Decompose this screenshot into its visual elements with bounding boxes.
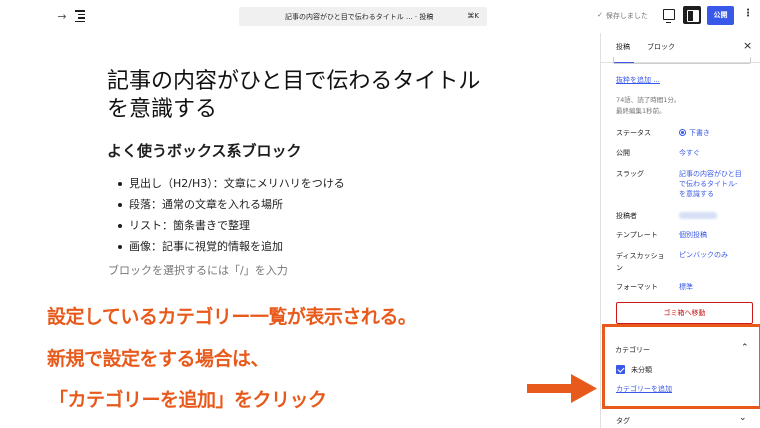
publish-button[interactable]: 公開 <box>707 6 734 25</box>
annotation-line-3: 「カテゴリーを追加」をクリック <box>49 389 327 411</box>
slug-line: で伝わるタイトル- <box>679 180 738 188</box>
more-options-icon[interactable]: ⋮ <box>743 9 753 19</box>
close-icon[interactable]: × <box>743 39 752 52</box>
editor-toolbar: → 記事の内容がひと目で伝わるタイトル ... · 投稿 ⌘K ✓ 保存しました… <box>0 0 760 33</box>
discussion-label-line: ン <box>616 264 623 272</box>
discussion-value[interactable]: ピンバックのみ <box>679 250 728 260</box>
document-title: 記事の内容がひと目で伝わるタイトル ... · 投稿 <box>285 13 434 21</box>
status-value[interactable]: 下書き <box>679 128 710 138</box>
categories-panel-title[interactable]: カテゴリー <box>615 345 650 355</box>
empty-block-placeholder[interactable]: ブロックを選択するには「/」を入力 <box>108 262 288 278</box>
tab-block[interactable]: ブロック <box>647 42 675 52</box>
publish-date-value[interactable]: 今すぐ <box>679 148 700 158</box>
chevron-down-icon[interactable]: ⌄ <box>739 413 747 423</box>
document-overview-icon[interactable] <box>75 8 89 24</box>
shortcut-hint: ⌘K <box>467 12 479 20</box>
preview-icon[interactable] <box>663 9 675 23</box>
list-item[interactable]: 画像：記事に視覚的情報を追加 <box>117 236 345 257</box>
featured-image-box[interactable] <box>613 57 751 64</box>
saved-status: ✓ 保存しました <box>597 11 648 21</box>
slug-line: を意識する <box>679 190 714 198</box>
post-title[interactable]: 記事の内容がひと目で伝わるタイトル を意識する <box>107 68 487 124</box>
author-value-redacted[interactable] <box>679 212 717 219</box>
tags-panel-title[interactable]: タグ <box>616 416 630 426</box>
settings-sidebar-toggle-icon[interactable] <box>683 6 701 24</box>
list-item[interactable]: リスト：箇条書きで整理 <box>117 215 345 236</box>
chevron-up-icon[interactable]: ⌃ <box>741 343 749 353</box>
settings-sidebar: 投稿 ブロック × 抜粋を追加 ... 74語、読了時間1分。 最終編集1秒前。… <box>600 33 760 428</box>
post-stats: 74語、読了時間1分。 最終編集1秒前。 <box>616 95 680 117</box>
format-value[interactable]: 標準 <box>679 282 693 292</box>
template-label: テンプレート <box>616 231 658 239</box>
discussion-label: ディスカッショ ン <box>616 250 665 274</box>
command-palette-bar[interactable]: 記事の内容がひと目で伝わるタイトル ... · 投稿 ⌘K <box>239 7 487 26</box>
add-excerpt-link[interactable]: 抜粋を追加 ... <box>616 75 660 85</box>
annotation-line-2: 新規で設定をする場合は、 <box>47 348 270 370</box>
categories-panel: カテゴリー ⌃ 未分類 カテゴリーを追加 <box>602 324 760 409</box>
list-item[interactable]: 見出し（H2/H3）：文章にメリハリをつける <box>117 173 345 194</box>
annotation-arrow-icon <box>527 374 597 403</box>
heading-block[interactable]: よく使うボックス系ブロック <box>107 140 302 161</box>
list-block[interactable]: 見出し（H2/H3）：文章にメリハリをつける 段落：通常の文章を入れる場所 リス… <box>117 173 345 257</box>
add-category-link[interactable]: カテゴリーを追加 <box>616 384 672 394</box>
saved-label: 保存しました <box>605 12 648 20</box>
check-icon: ✓ <box>597 11 603 19</box>
slug-value[interactable]: 記事の内容がひと目 で伝わるタイトル- を意識する <box>679 169 742 199</box>
move-to-trash-button[interactable]: ゴミ箱へ移動 <box>616 302 753 324</box>
tab-post[interactable]: 投稿 <box>614 42 634 64</box>
word-count: 74語、読了時間1分。 <box>616 96 681 104</box>
list-item[interactable]: 段落：通常の文章を入れる場所 <box>117 194 345 215</box>
status-label: ステータス <box>616 129 651 137</box>
slug-label: スラッグ <box>616 170 644 178</box>
status-text: 下書き <box>689 129 710 137</box>
annotation-line-1: 設定しているカテゴリー一覧が表示される。 <box>47 306 417 328</box>
publish-label: 公開 <box>616 149 630 157</box>
format-label: フォーマット <box>616 283 658 291</box>
template-value[interactable]: 個別投稿 <box>679 230 707 240</box>
category-checkbox[interactable] <box>616 365 625 374</box>
author-label: 投稿者 <box>616 212 637 220</box>
draft-status-icon <box>679 129 686 136</box>
slug-line: 記事の内容がひと目 <box>679 170 742 178</box>
last-edited: 最終編集1秒前。 <box>616 107 666 115</box>
category-label[interactable]: 未分類 <box>631 365 652 375</box>
redo-arrow-icon[interactable]: → <box>55 8 69 24</box>
discussion-label-line: ディスカッショ <box>616 252 665 260</box>
